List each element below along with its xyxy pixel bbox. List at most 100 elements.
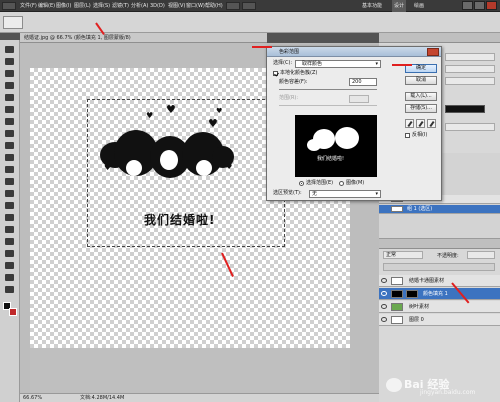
opacity-field[interactable] [467,251,495,259]
menu-help[interactable]: 帮助(H) [205,0,223,12]
fuzziness-slider[interactable] [279,89,377,90]
history-brush-tool-icon[interactable] [3,152,16,163]
hand-tool-icon[interactable] [3,272,16,283]
menu-image[interactable]: 图像(I) [56,0,71,12]
annotation-arrow [392,64,412,66]
localized-checkbox[interactable] [273,71,278,76]
eyedropper-plus-icon[interactable] [416,119,425,128]
layers-tab-strip[interactable] [379,239,500,249]
lasso-tool-icon[interactable] [3,68,16,79]
couple-artwork: ♥ ♥ ♥ ♥ ♥ ♥ [100,104,240,200]
menu-analysis[interactable]: 分析(A) [131,0,148,12]
healing-brush-tool-icon[interactable] [3,116,16,127]
menu-layer[interactable]: 图层(L) [74,0,91,12]
selection-radio[interactable] [299,181,304,186]
blend-mode-select[interactable]: 正常 [383,251,423,259]
menu-edit[interactable]: 编辑(E) [38,0,55,12]
zoom-level[interactable]: 66.67% [23,394,42,402]
eyedropper-minus-icon[interactable] [427,119,436,128]
gradient-tool-icon[interactable] [3,176,16,187]
minimize-icon[interactable] [462,1,473,10]
visibility-eye-icon[interactable] [381,278,387,283]
crop-tool-icon[interactable] [3,92,16,103]
pen-tool-icon[interactable] [3,212,16,223]
workspace-painting[interactable]: 绘画 [414,0,424,12]
workspace-essentials[interactable]: 基本功能 [362,0,382,12]
background-color-swatch[interactable] [9,308,17,316]
lock-row [383,263,495,271]
layer-row[interactable]: 树叶素材 [379,301,500,313]
visibility-eye-icon[interactable] [381,291,387,296]
image-radio-label: 图像(M) [346,180,365,186]
layer-row[interactable]: 图层 0 [379,314,500,326]
panel-field[interactable] [445,65,495,73]
layer-row[interactable]: 结婚卡通图素材 [379,275,500,287]
path-selection-tool-icon[interactable] [3,236,16,247]
selection-radio-label: 选择范围(E) [306,180,334,186]
shape-tool-icon[interactable] [3,248,16,259]
range-input[interactable] [349,95,369,103]
workspace-design[interactable]: 设计 [392,0,407,12]
art-heart-icon: ♥ [166,103,176,116]
clone-stamp-tool-icon[interactable] [3,140,16,151]
art-heart-icon: ♥ [146,111,154,120]
layer-row-selected[interactable]: 颜色填充 1 [379,288,500,300]
fuzziness-input[interactable]: 200 [349,78,377,86]
range-slider[interactable] [279,105,377,106]
opacity-label: 不透明度: [437,253,459,259]
dialog-title-bar[interactable]: 色彩范围 [267,47,441,57]
marquee-tool-icon[interactable] [3,56,16,67]
preview-mode-dropdown[interactable]: 无 ▾ [309,190,381,198]
type-tool-icon[interactable] [3,224,16,235]
panel-field[interactable] [445,123,495,131]
menu-3d[interactable]: 3D(D) [150,0,165,12]
invert-checkbox[interactable] [405,133,410,138]
color-swatch[interactable] [445,105,485,113]
zoom-tool-icon[interactable] [3,284,16,295]
blur-tool-icon[interactable] [3,188,16,199]
menu-select[interactable]: 选择(S) [93,0,110,12]
panel-field[interactable] [445,77,495,85]
bridge-button[interactable] [226,2,240,10]
eyedropper-tool-icon[interactable] [3,104,16,115]
menu-filter[interactable]: 滤镜(T) [112,0,129,12]
eyedropper-icon[interactable] [405,119,414,128]
layer-thumbnail [391,303,403,311]
path-name: 组 1 (选区) [407,206,433,212]
close-icon[interactable] [486,1,497,10]
menu-view[interactable]: 视图(V) [168,0,185,12]
menu-file[interactable]: 文件(F) [20,0,37,12]
cancel-button[interactable]: 取消 [405,76,437,85]
mini-bridge-button[interactable] [242,2,256,10]
move-tool-icon[interactable] [3,44,16,55]
image-radio[interactable] [339,181,344,186]
eraser-tool-icon[interactable] [3,164,16,175]
blend-mode-value: 正常 [386,252,397,258]
select-dropdown-value: 取样颜色 [302,61,323,67]
art-heart-icon: ♥ [216,107,223,115]
magic-wand-tool-icon[interactable] [3,80,16,91]
preview-cloud [307,139,321,151]
preview-caption: 我们结婚啦! [317,156,345,162]
panel-field[interactable] [445,53,495,61]
panel-tab-strip[interactable] [379,33,500,43]
dodge-tool-icon[interactable] [3,200,16,211]
select-dropdown[interactable]: 取样颜色 ▾ [295,60,381,68]
document-tab[interactable]: 结婚证.jpg @ 66.7% (颜色填充 1, 图层蒙版/8) [20,33,267,43]
visibility-eye-icon[interactable] [381,317,387,322]
load-button[interactable]: 载入(L)... [405,92,437,101]
tool-preset-picker[interactable] [3,16,23,29]
menu-bar: 文件(F) 编辑(E) 图像(I) 图层(L) 选择(S) 滤镜(T) 分析(A… [0,0,500,12]
brush-tool-icon[interactable] [3,128,16,139]
path-item-selected[interactable]: 组 1 (选区) [379,205,500,214]
selection-preview: 我们结婚啦! [295,115,377,177]
watermark-url: jingyan.baidu.com [420,389,476,396]
3d-rotate-tool-icon[interactable] [3,260,16,271]
restore-icon[interactable] [474,1,485,10]
menu-window[interactable]: 窗口(W) [186,0,205,12]
save-button[interactable]: 存储(S)... [405,104,437,113]
art-face [196,160,212,176]
visibility-eye-icon[interactable] [381,304,387,309]
dialog-close-icon[interactable] [427,48,439,56]
layer-mask-thumbnail [406,290,418,298]
